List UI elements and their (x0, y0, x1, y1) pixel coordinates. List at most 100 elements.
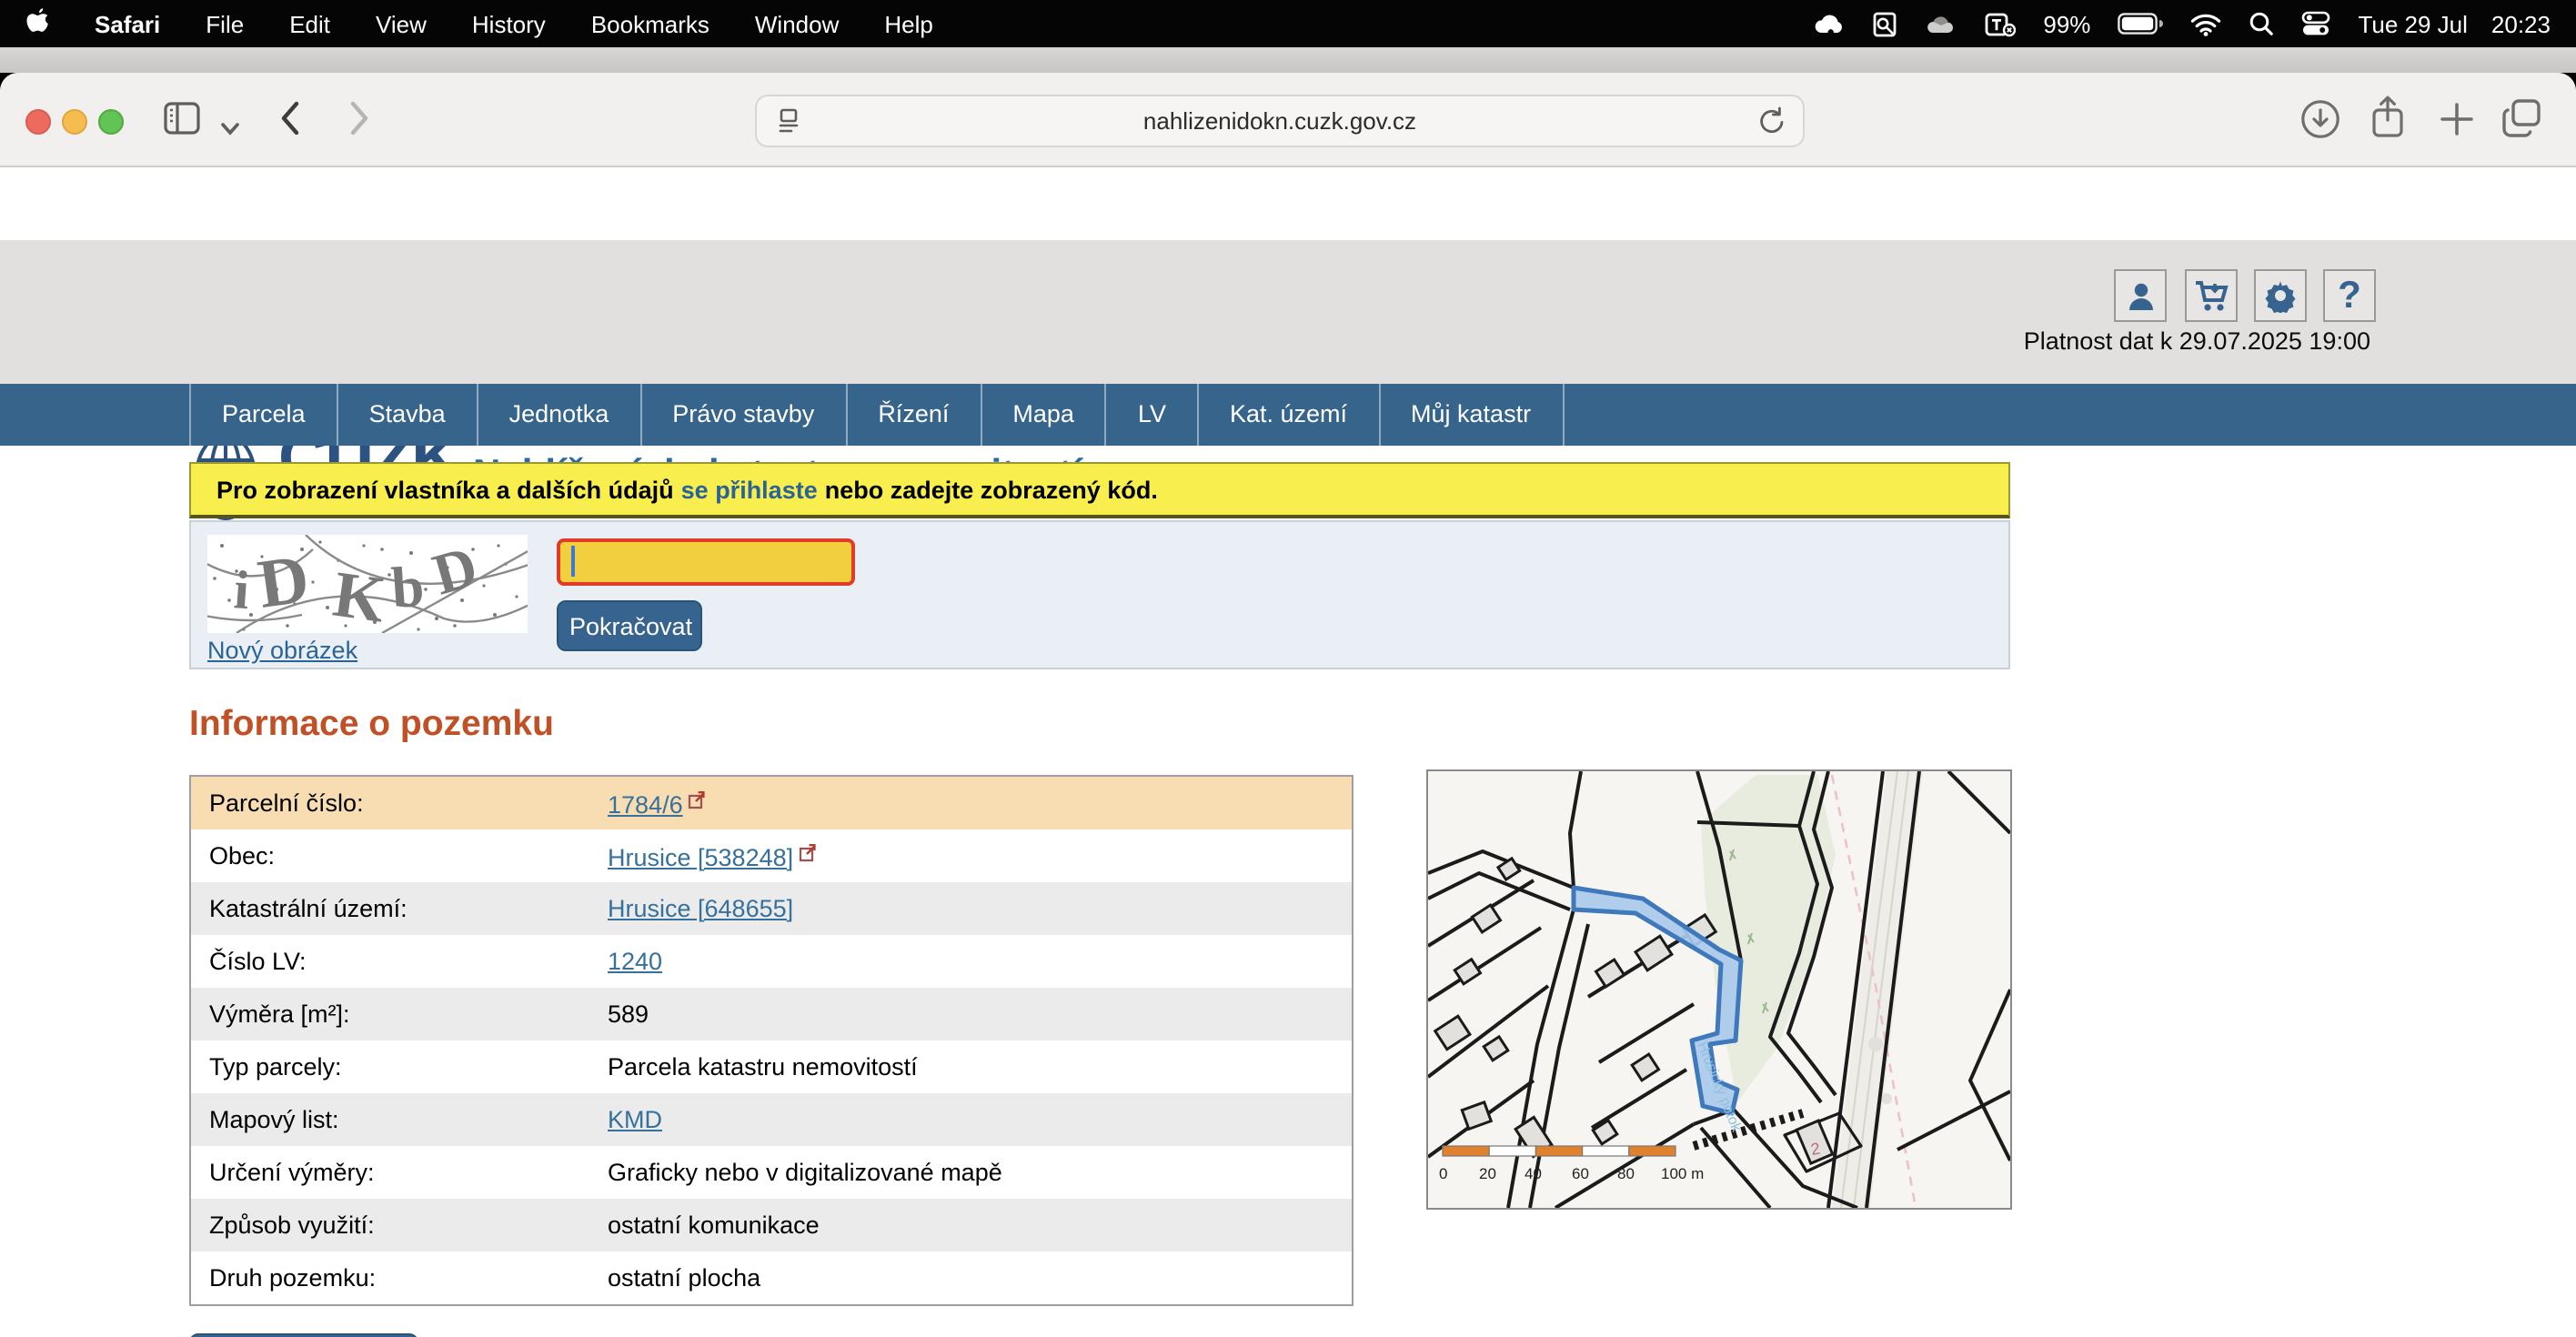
wifi-icon[interactable] (2190, 12, 2221, 35)
nav-tab-rizeni[interactable]: Řízení (845, 384, 980, 446)
nav-tab-lv[interactable]: LV (1105, 384, 1197, 446)
section-heading: Informace o pozemku (189, 704, 554, 746)
scale-label: 60 (1572, 1165, 1589, 1182)
row-label: Číslo LV: (209, 948, 608, 975)
menubar-item-help[interactable]: Help (884, 10, 933, 37)
external-link-icon (687, 789, 707, 809)
menubar-item-edit[interactable]: Edit (289, 10, 330, 37)
parcel-number-link[interactable]: 1784/6 (608, 790, 683, 818)
safari-toolbar: nahlizenidokn.cuzk.gov.cz (0, 73, 2576, 167)
new-tab-icon[interactable] (2438, 100, 2476, 147)
scale-label: 100 m (1661, 1165, 1704, 1182)
row-label: Určení výměry: (209, 1159, 608, 1186)
menubar-item-history[interactable]: History (472, 10, 546, 37)
menubar-item-bookmarks[interactable]: Bookmarks (591, 10, 709, 37)
nav-tab-jednotka[interactable]: Jednotka (477, 384, 640, 446)
back-button[interactable] (278, 100, 300, 146)
captcha-letter: b (389, 554, 426, 620)
onedrive-icon[interactable] (1925, 13, 1957, 35)
notice-text-after: nebo zadejte zobrazený kód. (825, 476, 1158, 503)
table-row: Katastrální území: Hrusice [648655] (191, 882, 1352, 935)
map-sheet-link[interactable]: KMD (608, 1106, 662, 1133)
row-label: Způsob využití: (209, 1211, 608, 1239)
row-value: 589 (608, 1000, 649, 1028)
cadastral-area-link[interactable]: Hrusice [648655] (608, 895, 793, 922)
chevron-down-icon[interactable] (220, 113, 240, 146)
table-row: Výměra [m²]: 589 (191, 988, 1352, 1040)
continue-button[interactable]: Pokračovat (557, 600, 702, 651)
sidebar-icon[interactable] (164, 102, 200, 144)
main-navigation: Parcela Stavba Jednotka Právo stavby Říz… (0, 384, 2576, 446)
apple-icon[interactable] (25, 6, 49, 41)
nav-tab-kat-uzemi[interactable]: Kat. území (1197, 384, 1378, 446)
close-window-button[interactable] (25, 109, 51, 135)
date-text: Tue 29 Jul (2358, 10, 2467, 37)
nav-tab-pravo-stavby[interactable]: Právo stavby (639, 384, 845, 446)
control-center-icon[interactable] (2301, 11, 2330, 36)
nav-tab-stavba[interactable]: Stavba (337, 384, 477, 446)
data-validity-text: Platnost dat k 29.07.2025 19:00 (2024, 327, 2370, 355)
share-icon[interactable] (2369, 95, 2407, 151)
login-notice: Pro zobrazení vlastníka a dalších údajů … (189, 462, 2010, 518)
scale-label: 40 (1524, 1165, 1542, 1182)
row-value: ostatní plocha (608, 1264, 760, 1292)
captcha-panel: i D K b D Nový obrázek Pokračovat (189, 520, 2010, 669)
battery-icon[interactable] (2118, 13, 2163, 35)
scale-label: 20 (1479, 1165, 1496, 1182)
table-row: Číslo LV: 1240 (191, 935, 1352, 988)
reload-icon[interactable] (1757, 106, 1786, 142)
forward-button[interactable] (349, 100, 371, 146)
text-cursor (571, 546, 575, 577)
website-settings-icon[interactable] (773, 106, 804, 142)
zoom-window-button[interactable] (98, 109, 124, 135)
neighbor-parcels-button[interactable]: Sousední parcely (189, 1333, 418, 1337)
battery-percent: 99% (2043, 10, 2090, 37)
new-captcha-link[interactable]: Nový obrázek (207, 637, 357, 664)
nav-tab-parcela[interactable]: Parcela (189, 384, 337, 446)
menubar-item-window[interactable]: Window (755, 10, 840, 37)
menubar-item-view[interactable]: View (376, 10, 427, 37)
external-link-icon (797, 841, 817, 861)
municipality-link[interactable]: Hrusice [538248] (608, 843, 793, 870)
menubar-item-safari[interactable]: Safari (95, 10, 160, 37)
table-row: Typ parcely: Parcela katastru nemovitost… (191, 1040, 1352, 1093)
cadastral-map-image[interactable]: 2 Hrusický potok 0 20 40 60 80 100 m (1426, 769, 2012, 1210)
help-button[interactable]: ? (2323, 269, 2376, 322)
scale-label: 0 (1439, 1165, 1447, 1182)
table-row: Druh pozemku: ostatní plocha (191, 1252, 1352, 1304)
text-badge-icon[interactable] (1985, 10, 2016, 37)
captcha-code-input[interactable] (557, 538, 855, 586)
row-value: ostatní komunikace (608, 1211, 820, 1239)
table-row: Obec: Hrusice [538248] (191, 829, 1352, 882)
table-row: Určení výměry: Graficky nebo v digitaliz… (191, 1146, 1352, 1199)
login-link[interactable]: se přihlaste (681, 476, 818, 503)
tab-overview-icon[interactable] (2500, 96, 2545, 149)
nav-tab-muj-katastr[interactable]: Můj katastr (1378, 384, 1564, 446)
row-label: Obec: (209, 842, 608, 870)
lv-number-link[interactable]: 1240 (608, 948, 662, 975)
row-value: Parcela katastru nemovitostí (608, 1053, 918, 1081)
menubar-item-file[interactable]: File (206, 10, 244, 37)
downloads-icon[interactable] (2299, 98, 2341, 149)
desktop-strip (0, 47, 2576, 73)
spotlight-icon[interactable] (2249, 11, 2274, 36)
screen-capture-icon[interactable] (1872, 10, 1897, 37)
safari-window: nahlizenidokn.cuzk.gov.cz (0, 73, 2576, 1337)
menubar-menus: Safari File Edit View History Bookmarks … (0, 6, 933, 41)
captcha-letter: D (254, 540, 314, 623)
login-button[interactable] (2114, 269, 2167, 322)
row-label: Druh pozemku: (209, 1264, 608, 1292)
menubar-status: 99% Tue 29 Jul 20:23 (1814, 10, 2576, 37)
row-label: Výměra [m²]: (209, 1000, 608, 1028)
address-bar[interactable]: nahlizenidokn.cuzk.gov.cz (755, 95, 1805, 147)
menubar-clock[interactable]: Tue 29 Jul 20:23 (2358, 10, 2551, 37)
cloud-app-icon[interactable] (1814, 11, 1845, 36)
minimize-window-button[interactable] (62, 109, 87, 135)
cart-button[interactable] (2185, 269, 2238, 322)
settings-button[interactable] (2254, 269, 2307, 322)
row-label: Parcelní číslo: (209, 789, 608, 817)
screen: Safari File Edit View History Bookmarks … (0, 0, 2576, 1337)
nav-tab-mapa[interactable]: Mapa (980, 384, 1105, 446)
table-row: Parcelní číslo: 1784/6 (191, 777, 1352, 829)
row-value: Graficky nebo v digitalizované mapě (608, 1159, 1002, 1186)
